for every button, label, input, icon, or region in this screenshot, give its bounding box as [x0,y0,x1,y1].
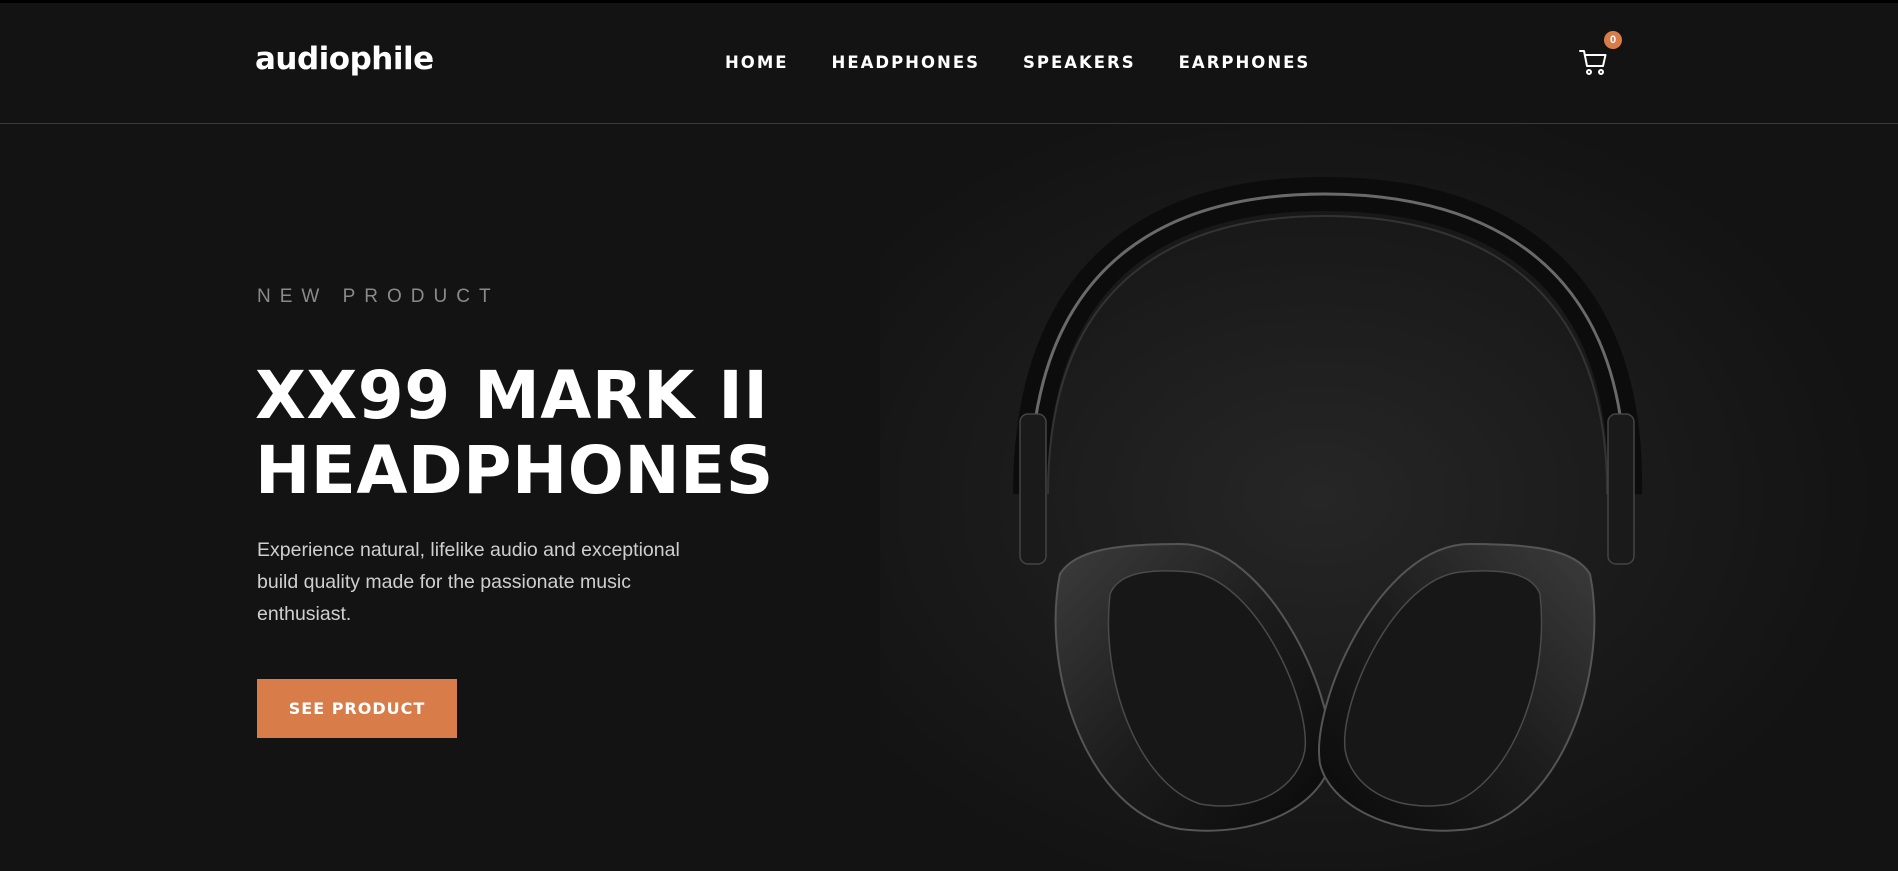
hero-title-line2: HEADPHONES [255,432,774,509]
nav-link-home[interactable]: HOME [725,53,789,72]
hero-description: Experience natural, lifelike audio and e… [257,539,680,625]
headphones-image [880,124,1898,871]
nav-link-earphones[interactable]: EARPHONES [1179,53,1311,72]
cart-icon [1579,50,1607,75]
hero-eyebrow: NEW PRODUCT [257,286,500,307]
brand-logo[interactable]: audiophile [255,41,434,77]
hero-title-line1: XX99 MARK II [255,357,769,434]
see-product-button[interactable]: SEE PRODUCT [257,679,457,738]
nav-link-headphones[interactable]: HEADPHONES [832,53,980,72]
nav-link-speakers[interactable]: SPEAKERS [1023,53,1136,72]
site-header: audiophile HOME HEADPHONES SPEAKERS EARP… [0,3,1898,124]
hero-title: XX99 MARK II HEADPHONES [255,358,774,508]
cart-count-badge: 0 [1604,31,1622,49]
cart-button[interactable] [1578,47,1608,77]
main-nav: HOME HEADPHONES SPEAKERS EARPHONES [725,53,1310,72]
